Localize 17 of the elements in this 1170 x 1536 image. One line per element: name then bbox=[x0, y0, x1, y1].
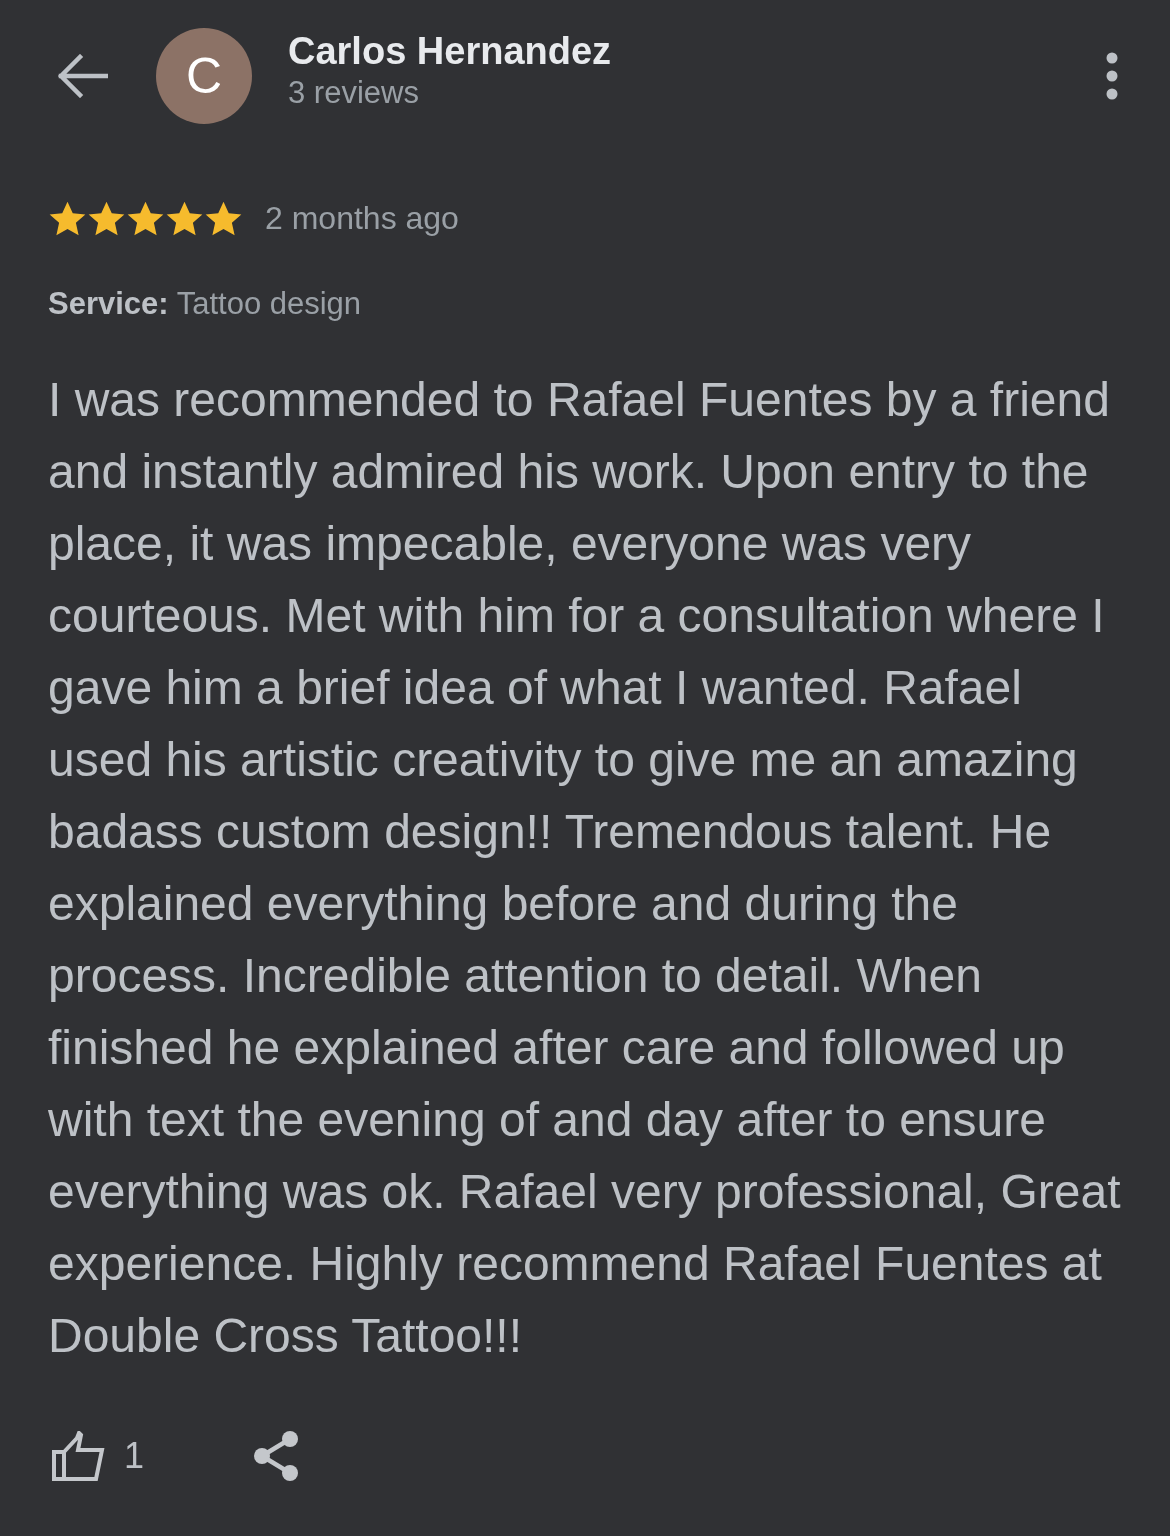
share-icon bbox=[252, 1430, 301, 1482]
avatar: C bbox=[156, 28, 252, 124]
arrow-left-icon bbox=[56, 54, 108, 98]
review-date: 2 months ago bbox=[265, 199, 459, 238]
like-button[interactable]: 1 bbox=[52, 1431, 145, 1481]
review-text: I was recommended to Rafael Fuentes by a friend and instantly admired his work. Upon entry to the place, it was impecable, everyone was very courteous. Met with him for a consultation where I gave him a brief idea of what I wanted. Rafael used his artistic creativity to give me an amazing badass custom design!! Tremendous talent. He explained everything before and during the process. Incredible attention to detail. When finished he explained after care and followed up with text the evening of and day after to ensure everything was ok. Rafael very professional, Great experience. Highly recommend Rafael Fuentes at Double Cross Tattoo!!! bbox=[48, 372, 1122, 1364]
star-icon bbox=[204, 199, 243, 237]
star-icon bbox=[87, 199, 126, 237]
star-icon bbox=[165, 199, 204, 237]
more-vertical-icon bbox=[1106, 52, 1118, 100]
star-icon bbox=[48, 199, 87, 237]
star-icon bbox=[126, 199, 165, 237]
thumbs-up-icon bbox=[52, 1431, 106, 1481]
service-line: Service: Tattoo design bbox=[48, 285, 363, 323]
review-count: 3 reviews bbox=[288, 74, 420, 112]
share-button[interactable] bbox=[252, 1430, 301, 1482]
reviewer-name[interactable]: Carlos Hernandez bbox=[288, 28, 612, 74]
